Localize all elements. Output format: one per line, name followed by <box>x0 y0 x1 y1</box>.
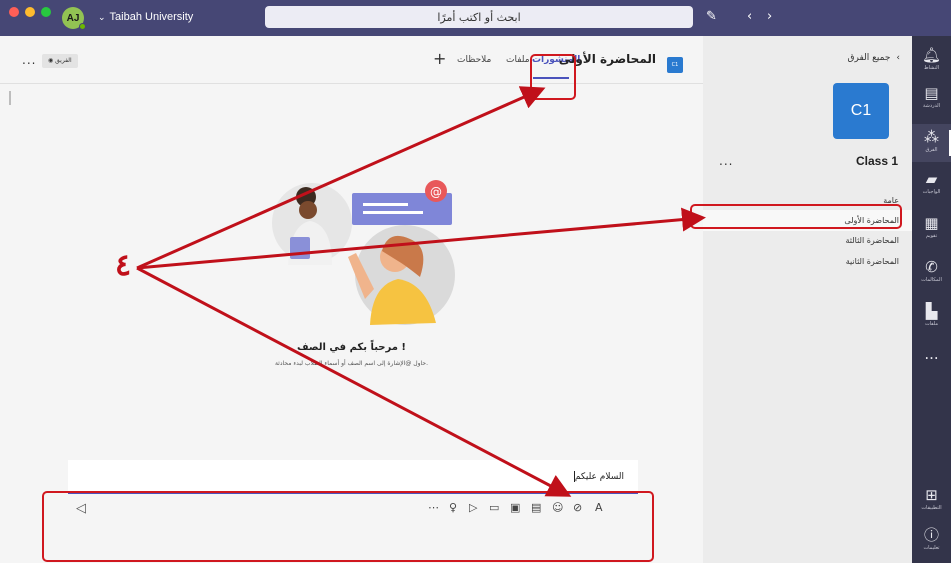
files-icon: ▙ <box>925 302 938 320</box>
tab-notes[interactable]: ملاحظات <box>457 55 491 65</box>
rail-item-calls[interactable]: ✆ المكالمات <box>912 254 951 292</box>
annotation-box-posts-tab <box>530 54 576 100</box>
teams-pane: جميع الفرق ‹ C1 ... Class 1 عامة المحاضرة… <box>703 36 912 563</box>
rail-label-assignments: الواجبات <box>922 189 941 195</box>
channel-main-area: ... ◉ الفريق + ملاحظات ملفات المنشورات ا… <box>0 36 703 563</box>
zoom-window-button[interactable] <box>41 7 51 17</box>
welcome-illustration-icon: @ <box>272 180 455 325</box>
minimize-window-button[interactable] <box>25 7 35 17</box>
org-switcher[interactable]: ⌄ Taibah University <box>98 11 193 23</box>
team-tile: C1 <box>833 83 889 139</box>
calendar-icon: ▦ <box>924 214 939 232</box>
channel-header: ... ◉ الفريق + ملاحظات ملفات المنشورات ا… <box>0 36 703 84</box>
rail-item-teams[interactable]: ⁂ الفرق <box>912 124 951 162</box>
chevron-down-icon: ⌄ <box>98 12 106 22</box>
channel-badge: C1 <box>667 57 683 73</box>
rail-item-apps[interactable]: ⊞ التطبيقات <box>912 482 951 520</box>
rail-label-activity: النشاط <box>923 65 940 71</box>
help-icon: ⓘ <box>923 526 939 544</box>
compose-new-icon[interactable]: ✎ <box>706 9 717 24</box>
tab-files[interactable]: ملفات <box>506 55 530 65</box>
app-rail: 🔔︎ النشاط ▤ الدردشة ⁂ الفرق ▰ الواجبات ▦ تقوي… <box>912 36 951 563</box>
annotation-box-channel <box>690 204 902 229</box>
team-name: Class 1 <box>855 154 898 168</box>
more-apps-icon: ... <box>924 345 939 363</box>
annotation-box-compose <box>42 491 654 562</box>
team-more-options-icon[interactable]: ... <box>719 154 733 168</box>
chat-icon: ▤ <box>924 84 939 102</box>
welcome-title: مرحباً بكم في الصف ! <box>297 342 406 353</box>
scrollbar[interactable] <box>9 91 11 105</box>
title-bar: AJ ⌄ Taibah University ابحث أو اكتب أمرًا… <box>0 0 951 36</box>
rail-more-button[interactable]: ... <box>912 341 951 379</box>
rail-item-files[interactable]: ▙ ملفات <box>912 298 951 336</box>
rail-item-assignments[interactable]: ▰ الواجبات <box>912 166 951 204</box>
add-tab-button[interactable]: + <box>433 49 446 68</box>
rail-label-apps: التطبيقات <box>921 505 942 511</box>
bell-icon: 🔔︎ <box>921 46 942 64</box>
rail-label-chat: الدردشة <box>922 103 941 109</box>
back-nav-icon[interactable]: ‹ <box>747 9 752 24</box>
org-name: Taibah University <box>109 11 194 23</box>
presence-status-icon <box>79 23 86 30</box>
message-text: السلام عليكم <box>574 472 624 482</box>
apps-icon: ⊞ <box>925 486 938 504</box>
message-compose-box[interactable]: السلام عليكم <box>68 460 638 494</box>
svg-text:@: @ <box>430 185 442 199</box>
assignments-icon: ▰ <box>925 170 938 188</box>
teams-app-window: AJ ⌄ Taibah University ابحث أو اكتب أمرًا… <box>0 0 951 563</box>
rail-item-chat[interactable]: ▤ الدردشة <box>912 80 951 118</box>
rail-item-calendar[interactable]: ▦ تقويم <box>912 210 951 248</box>
annotation-step-number: ٤ <box>115 248 132 283</box>
rail-label-calls: المكالمات <box>921 277 942 283</box>
phone-icon: ✆ <box>925 258 938 276</box>
teams-icon: ⁂ <box>924 128 939 146</box>
rail-item-activity[interactable]: 🔔︎ النشاط <box>912 42 951 80</box>
rail-label-files: ملفات <box>924 321 939 327</box>
team-pill-label: الفريق <box>55 57 72 64</box>
more-options-icon[interactable]: ... <box>22 53 36 67</box>
all-teams-label: جميع الفرق <box>847 53 891 63</box>
message-input[interactable]: السلام عليكم <box>572 471 624 482</box>
rail-label-teams: الفرق <box>925 147 938 153</box>
welcome-subtitle: حاول @الإشارة إلى اسم الصف أو أسماء الطل… <box>274 360 429 367</box>
rail-item-help[interactable]: ⓘ تعليمات <box>912 522 951 560</box>
close-window-button[interactable] <box>9 7 19 17</box>
team-visibility-pill[interactable]: ◉ الفريق <box>42 54 78 68</box>
channel-item-lecture-3[interactable]: المحاضرة الثالثة <box>703 230 912 251</box>
forward-nav-icon[interactable]: › <box>767 9 772 24</box>
rail-label-help: تعليمات <box>923 545 940 551</box>
all-teams-back-link[interactable]: جميع الفرق ‹ <box>848 53 901 63</box>
chevron-left-icon: ‹ <box>896 53 900 63</box>
search-input[interactable]: ابحث أو اكتب أمرًا <box>265 6 693 28</box>
rail-label-calendar: تقويم <box>925 233 938 239</box>
channel-item-lecture-2[interactable]: المحاضرة الثانية <box>703 251 912 272</box>
